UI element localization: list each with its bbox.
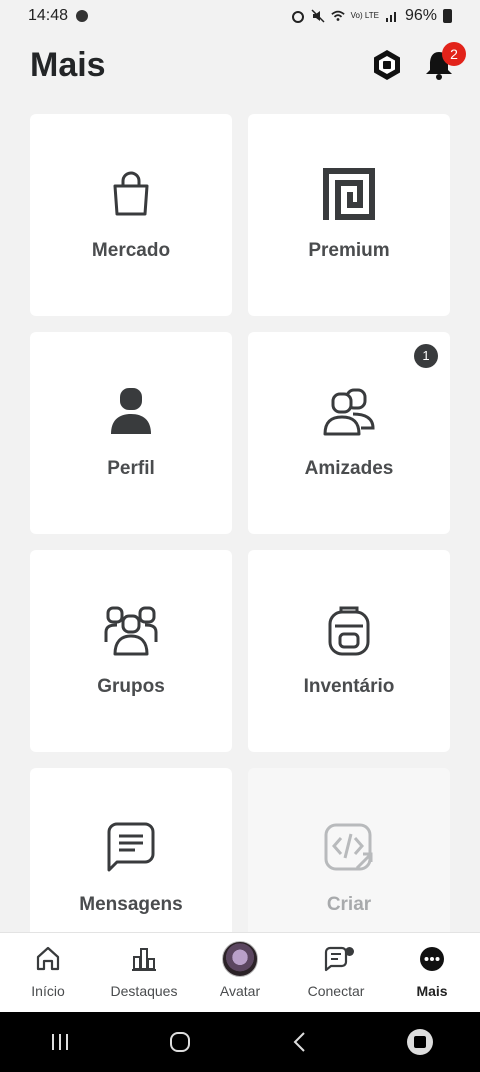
nav-label: Mais — [416, 983, 448, 999]
tile-label: Premium — [308, 240, 390, 261]
mute-icon — [311, 9, 325, 23]
home-icon — [36, 946, 60, 971]
message-icon — [107, 822, 155, 872]
create-code-icon — [324, 823, 373, 871]
back-button[interactable] — [270, 1022, 330, 1062]
tile-label: Criar — [326, 894, 372, 915]
tile-label: Grupos — [97, 676, 165, 697]
nav-label: Avatar — [219, 983, 261, 999]
nav-label: Destaques — [110, 983, 178, 999]
tile-premium[interactable]: Premium — [248, 114, 450, 316]
premium-icon — [323, 168, 375, 220]
system-nav-bar — [0, 1012, 480, 1072]
battery-icon — [443, 9, 452, 23]
status-time: 14:48 — [28, 7, 69, 24]
tile-label: Mercado — [91, 240, 171, 261]
tile-label: Inventário — [303, 676, 395, 697]
nav-label: Início — [31, 983, 65, 999]
tile-inventory[interactable]: Inventário — [248, 550, 450, 752]
notification-badge: 2 — [442, 42, 466, 66]
recent-apps-button[interactable] — [30, 1022, 90, 1062]
shopping-bag-icon — [113, 171, 149, 216]
header: Mais 2 — [30, 40, 466, 90]
avatar — [222, 941, 258, 977]
unread-dot — [345, 947, 354, 956]
nav-avatar[interactable]: Avatar — [195, 941, 285, 999]
page-title: Mais — [30, 45, 106, 84]
alarm-icon — [291, 11, 304, 23]
nav-connect[interactable]: Conectar — [291, 945, 381, 999]
bottom-nav: Início Destaques Avatar Conectar Mais — [0, 932, 480, 1012]
tile-groups[interactable]: Grupos — [30, 550, 232, 752]
home-system-button[interactable] — [150, 1022, 210, 1062]
friends-icon — [323, 388, 375, 436]
tile-label: Mensagens — [79, 894, 183, 915]
nav-charts[interactable]: Destaques — [99, 945, 189, 999]
nav-more[interactable]: Mais — [387, 945, 477, 999]
friends-badge: 1 — [414, 344, 438, 368]
status-bar: 14:48 Vo) LTE 96% — [0, 0, 480, 32]
tile-marketplace[interactable]: Mercado — [30, 114, 232, 316]
robux-icon[interactable] — [370, 48, 404, 82]
more-icon — [420, 947, 444, 971]
nav-home[interactable]: Início — [3, 945, 93, 999]
tile-profile[interactable]: Perfil — [30, 332, 232, 534]
backpack-icon — [328, 606, 370, 656]
person-icon — [111, 388, 151, 434]
floating-app-button[interactable] — [390, 1022, 450, 1062]
network-label: Vo) LTE — [350, 11, 379, 20]
signal-icon — [385, 12, 396, 22]
notifications-button[interactable]: 2 — [422, 42, 466, 82]
charts-icon — [132, 948, 156, 971]
tile-label: Perfil — [107, 458, 155, 479]
home-circle-icon — [170, 1032, 190, 1052]
groups-icon — [104, 606, 158, 656]
nav-label: Conectar — [307, 983, 365, 999]
tile-label: Amizades — [304, 458, 394, 479]
floating-app-icon — [407, 1029, 433, 1055]
wifi-icon — [330, 10, 345, 21]
app-notification-icon — [76, 10, 89, 22]
recent-apps-icon — [52, 1034, 68, 1050]
battery-level: 96% — [404, 7, 437, 24]
tile-friends[interactable]: 1 Amizades — [248, 332, 450, 534]
back-chevron-icon — [293, 1032, 305, 1052]
